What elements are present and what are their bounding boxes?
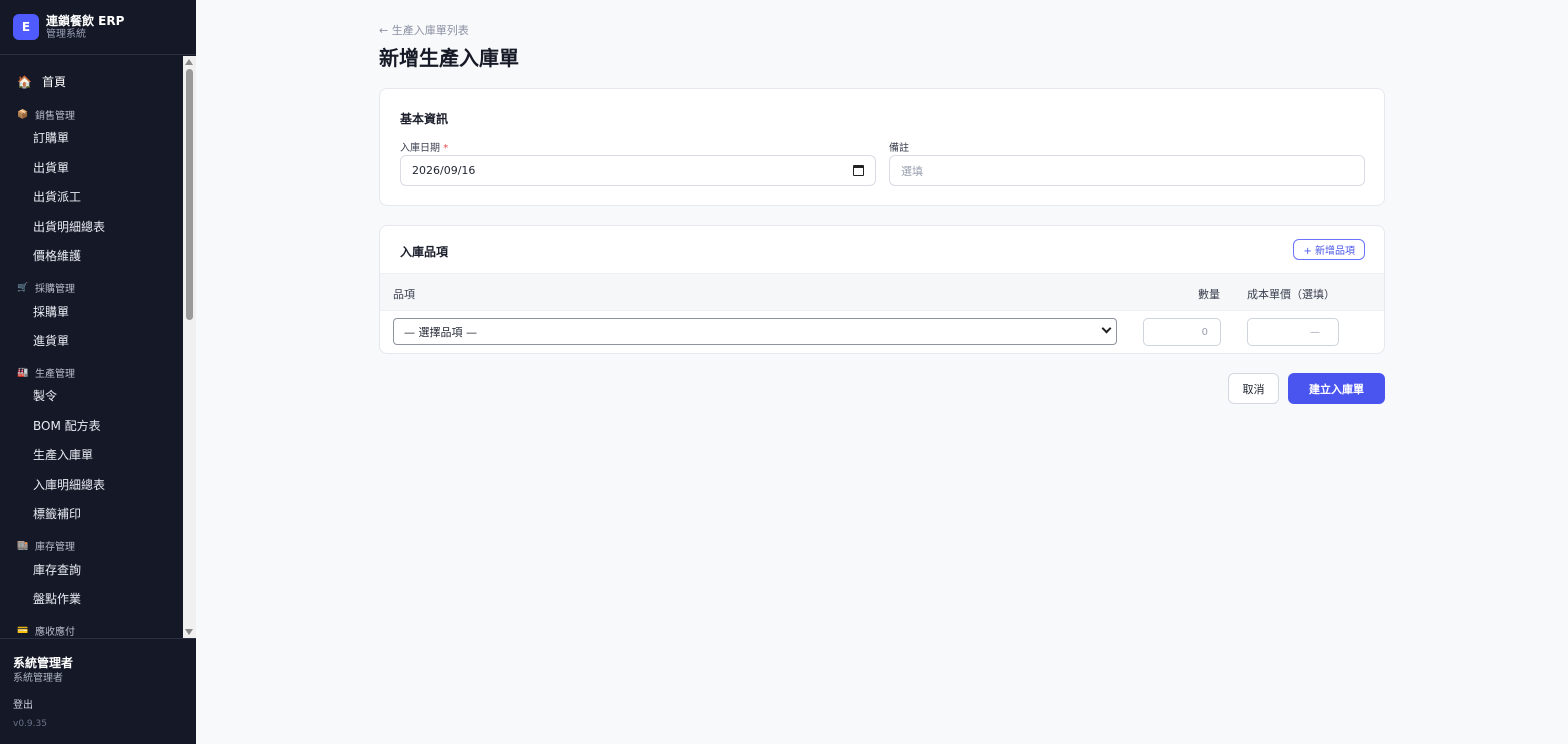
items-title: 入庫品項 [400, 245, 449, 259]
logout-link[interactable]: 登出 [13, 696, 33, 711]
basic-info-title: 基本資訊 [400, 112, 449, 126]
cost-input[interactable]: — [1247, 318, 1339, 346]
sidebar-item-production-receipt[interactable]: 生產入庫單 [33, 447, 93, 463]
required-mark: * [443, 143, 449, 154]
date-label: 入庫日期 * [400, 143, 449, 154]
sidebar-item-label-reprint[interactable]: 標籤補印 [33, 506, 81, 522]
sidebar-item-receiving[interactable]: 進貨單 [33, 333, 69, 349]
column-qty: 數量 [1198, 288, 1220, 301]
factory-icon: 🏭 [17, 367, 29, 378]
create-receipt-button[interactable]: 建立入庫單 [1288, 373, 1385, 404]
app-version: v0.9.35 [13, 719, 47, 729]
sidebar-item-dispatch[interactable]: 出貨派工 [33, 189, 81, 205]
basic-info-card: 基本資訊 入庫日期 * 2026/09/16 備註 選填 [379, 88, 1385, 206]
sidebar-item-purchase-order[interactable]: 訂購單 [33, 130, 69, 146]
sidebar-group-sales[interactable]: 📦 銷售管理 [17, 107, 75, 123]
add-item-button[interactable]: + 新增品項 [1293, 239, 1365, 260]
sidebar-item-shipment-detail[interactable]: 出貨明細總表 [33, 219, 105, 235]
scrollbar-thumb[interactable] [186, 69, 193, 320]
sidebar-item-home[interactable]: 🏠 首頁 [17, 73, 66, 90]
brand-title: 連鎖餐飲 ERP [46, 13, 125, 28]
scroll-up-icon[interactable] [185, 59, 193, 65]
note-label: 備註 [889, 143, 909, 154]
box-icon: 📦 [17, 109, 29, 120]
note-input[interactable]: 選填 [889, 155, 1365, 186]
calendar-icon[interactable] [853, 165, 864, 176]
column-cost: 成本單價（選填） [1247, 288, 1335, 301]
sidebar-item-receipt-detail[interactable]: 入庫明細總表 [33, 477, 105, 493]
date-input[interactable]: 2026/09/16 [400, 155, 876, 186]
cart-icon: 🛒 [17, 282, 29, 293]
sidebar-item-work-order[interactable]: 製令 [33, 388, 57, 404]
brand-logo: E [13, 14, 39, 40]
brand: E 連鎖餐飲 ERP 管理系統 [0, 0, 196, 55]
sidebar-item-price[interactable]: 價格維護 [33, 248, 81, 264]
sidebar-item-shipment[interactable]: 出貨單 [33, 160, 69, 176]
sidebar-group-ar-ap[interactable]: 💳 應收應付 [17, 623, 75, 639]
item-select[interactable]: — 選擇品項 — [393, 318, 1117, 345]
user-role: 系統管理者 [13, 673, 63, 684]
quantity-input[interactable]: 0 [1143, 318, 1221, 346]
sidebar-nav: 🏠 首頁 📦 銷售管理 訂購單 出貨單 出貨派工 出貨明細總表 價格維護 🛒 採… [0, 56, 183, 639]
sidebar-item-purchase[interactable]: 採購單 [33, 304, 69, 320]
sidebar: E 連鎖餐飲 ERP 管理系統 🏠 首頁 📦 銷售管理 訂購單 出貨單 出貨派工… [0, 0, 196, 744]
card-icon: 💳 [17, 625, 29, 636]
sidebar-group-production[interactable]: 🏭 生產管理 [17, 365, 75, 381]
scroll-down-icon[interactable] [185, 629, 193, 635]
sidebar-scrollbar[interactable] [183, 56, 196, 638]
sidebar-group-purchasing[interactable]: 🛒 採購管理 [17, 280, 75, 296]
home-icon: 🏠 [17, 74, 32, 89]
brand-subtitle: 管理系統 [46, 28, 86, 40]
warehouse-icon: 🏬 [17, 540, 29, 551]
chevron-down-icon [1101, 323, 1112, 334]
sidebar-item-stocktake[interactable]: 盤點作業 [33, 591, 81, 607]
items-card: 入庫品項 + 新增品項 品項 數量 成本單價（選填） — 選擇品項 — 0 — [379, 225, 1385, 354]
column-item: 品項 [393, 288, 415, 301]
sidebar-item-stock-query[interactable]: 庫存查詢 [33, 562, 81, 578]
back-link[interactable]: ← 生產入庫單列表 [379, 22, 469, 38]
page-title: 新增生產入庫單 [379, 46, 519, 70]
items-table-header: 品項 數量 成本單價（選填） [380, 273, 1384, 311]
cancel-button[interactable]: 取消 [1228, 373, 1279, 404]
sidebar-group-inventory[interactable]: 🏬 庫存管理 [17, 538, 75, 554]
sidebar-item-bom[interactable]: BOM 配方表 [33, 418, 101, 434]
user-box: 系統管理者 系統管理者 登出 v0.9.35 [0, 638, 196, 744]
